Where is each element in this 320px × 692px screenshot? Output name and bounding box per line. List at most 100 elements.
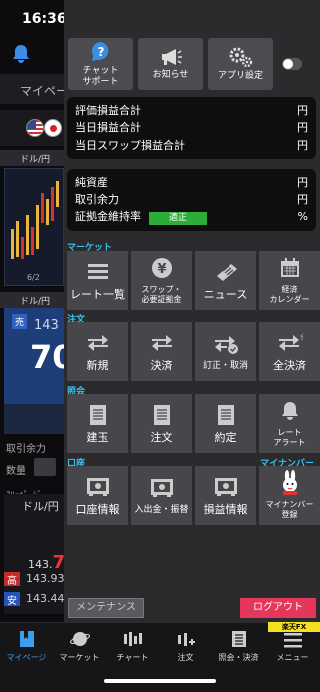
bg-price-small: 143	[34, 318, 59, 333]
chat-support-label: チャット サポート	[82, 65, 119, 87]
my-number-register-button[interactable]: マイナンバー 登録	[259, 466, 320, 525]
gears-icon	[229, 47, 252, 68]
bg-low-value: 143.44	[26, 592, 64, 605]
pl-row-swap: 当日スワップ損益合計円	[75, 138, 308, 152]
quick-actions: ? チャット サポート お知らせ アプリ設定	[68, 38, 273, 90]
svg-text:?: ?	[97, 45, 104, 59]
svg-text:¥: ¥	[157, 262, 166, 277]
order-row: 新規 決済 訂正・取消 全 全決済	[67, 322, 320, 381]
news-notice-label: お知らせ	[152, 70, 189, 80]
svg-text:全: 全	[300, 333, 303, 341]
bg-quote-main: 143.7	[28, 552, 64, 573]
deposit-transfer-button[interactable]: 入出金・振替	[131, 466, 192, 525]
hamburger-icon	[283, 633, 302, 648]
bg-high-value: 143.93	[26, 572, 64, 585]
bg-pair-label: ドル/円	[0, 150, 64, 166]
account-info-button[interactable]: 口座情報	[67, 466, 128, 525]
bg-qty-label: 数量	[6, 466, 26, 477]
status-badge: 適正	[149, 212, 207, 226]
bell-icon[interactable]	[12, 44, 34, 66]
bg-pair-label-3: ドル/円	[22, 500, 59, 513]
bell-icon	[281, 399, 299, 423]
bg-axis-label: 6/2	[27, 273, 40, 282]
executions-button[interactable]: 約定	[195, 394, 256, 453]
rate-list-button[interactable]: レート一覧	[67, 251, 128, 310]
settle-all-button[interactable]: 全 全決済	[259, 322, 320, 381]
bg-pair-label-2: ドル/円	[0, 292, 64, 308]
bg-low-tag: 安	[4, 592, 20, 607]
news-notice-button[interactable]: お知らせ	[138, 38, 203, 90]
settle-button[interactable]: 決済	[131, 322, 192, 381]
orders-button[interactable]: 注文	[131, 394, 192, 453]
document-list-icon	[89, 403, 107, 427]
bg-dark-panel	[4, 404, 64, 434]
asset-summary-panel: 純資産円 取引余力円 証拠金維持率 適正%	[67, 169, 316, 231]
bg-sell-tag: 売	[12, 314, 28, 329]
nav-market[interactable]: マーケット	[53, 623, 106, 667]
safe-icon	[214, 475, 238, 499]
modify-cancel-button[interactable]: 訂正・取消	[195, 322, 256, 381]
order-chart-icon	[177, 633, 195, 646]
new-order-button[interactable]: 新規	[67, 322, 128, 381]
list-icon	[87, 260, 109, 284]
pl-row-today: 当日損益合計円	[75, 121, 308, 135]
app-settings-button[interactable]: アプリ設定	[208, 38, 273, 90]
asset-row-net: 純資産円	[75, 175, 308, 189]
chat-support-icon: ?	[91, 41, 108, 61]
us-flag-icon	[26, 119, 44, 137]
swap-arrows-icon	[150, 331, 174, 355]
newspaper-icon	[213, 260, 239, 284]
bookmark-book-icon	[19, 631, 34, 647]
nav-inquiry-settle[interactable]: 照会・決済	[212, 623, 265, 667]
document-list-icon	[153, 403, 171, 427]
document-list-icon	[231, 631, 246, 647]
market-row: レート一覧 ¥ スワップ・ 必要証拠金 ニュース 経済 カレンダー	[67, 251, 320, 310]
toggle-switch[interactable]	[282, 58, 302, 70]
positions-button[interactable]: 建玉	[67, 394, 128, 453]
yen-coin-icon: ¥	[149, 256, 175, 280]
calendar-icon	[280, 256, 300, 280]
pl-info-button[interactable]: 損益情報	[195, 466, 256, 525]
bg-currency-row	[0, 110, 64, 146]
menu-drawer: ? チャット サポート お知らせ アプリ設定 評価損益合計円 当日損益合計円 当…	[64, 0, 320, 622]
rakuten-fx-badge: 楽天FX	[268, 622, 320, 632]
pl-summary-panel: 評価損益合計円 当日損益合計円 当日スワップ損益合計円	[67, 97, 316, 159]
inquiry-row: 建玉 注文 約定 レート アラート	[67, 394, 320, 453]
rabbit-mascot-icon	[279, 470, 301, 495]
maintenance-button[interactable]: メンテナンス	[68, 598, 144, 618]
nav-order[interactable]: 注文	[159, 623, 212, 667]
rate-alert-button[interactable]: レート アラート	[259, 394, 320, 453]
swap-all-icon: 全	[277, 331, 303, 355]
bg-margin-label: 取引余力	[6, 444, 46, 455]
app-settings-label: アプリ設定	[217, 71, 263, 81]
globe-icon	[69, 632, 90, 646]
candlestick-icon	[123, 632, 142, 646]
bg-price-big: 70	[30, 338, 64, 376]
account-row: 口座情報 入出金・振替 損益情報 マイナンバー 登録	[67, 466, 320, 525]
bg-quote-panel: ドル/円 143.7 高 143.93 安 143.44	[4, 494, 64, 614]
background-app: マイペー ドル/円 6/2 ドル/円 売 143 70 取引余力 数量 ｽﾘｯﾍ…	[0, 0, 64, 692]
safe-icon	[150, 476, 174, 500]
asset-row-maintenance: 証拠金維持率 適正%	[75, 210, 308, 226]
chat-support-button[interactable]: ? チャット サポート	[68, 38, 133, 90]
pl-row-evaluation: 評価損益合計円	[75, 103, 308, 117]
bg-chart: 6/2	[4, 168, 64, 286]
bg-sell-panel: 売 143 70	[4, 308, 64, 404]
nav-mypage[interactable]: マイページ	[0, 623, 53, 667]
jp-flag-icon	[44, 119, 62, 137]
bg-high-tag: 高	[4, 572, 20, 587]
swap-margin-button[interactable]: ¥ スワップ・ 必要証拠金	[131, 251, 192, 310]
economic-calendar-button[interactable]: 経済 カレンダー	[259, 251, 320, 310]
swap-check-icon	[213, 332, 239, 356]
swap-arrows-icon	[86, 331, 110, 355]
megaphone-icon	[161, 49, 182, 65]
status-time: 16:36	[22, 11, 67, 27]
document-list-icon	[217, 403, 235, 427]
logout-button[interactable]: ログアウト	[240, 598, 316, 618]
bg-qty-box	[34, 458, 56, 476]
nav-chart[interactable]: チャート	[106, 623, 159, 667]
news-button[interactable]: ニュース	[195, 251, 256, 310]
bg-tab-label: マイペー	[0, 74, 64, 104]
safe-icon	[86, 475, 110, 499]
home-indicator[interactable]	[104, 679, 216, 683]
